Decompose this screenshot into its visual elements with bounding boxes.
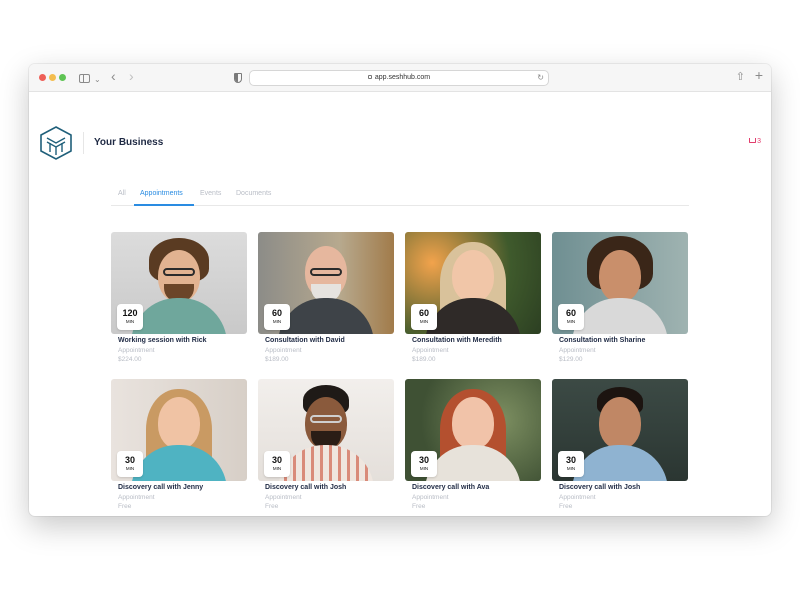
duration-badge: 30 MIN	[411, 451, 437, 477]
browser-toolbar: ⌄ ‹ › app.seshhub.com ↻ ⇧ +	[29, 64, 771, 92]
service-card[interactable]: 120 MIN Working session with Rick Appoin…	[111, 232, 247, 378]
service-type: Appointment	[118, 494, 155, 501]
cart-button[interactable]: 3	[749, 138, 761, 145]
duration-value: 30	[271, 455, 282, 465]
service-price: $189.00	[412, 356, 436, 363]
duration-badge: 30 MIN	[558, 451, 584, 477]
service-type: Appointment	[118, 347, 155, 354]
service-card[interactable]: 30 MIN Discovery call with Jenny Appoint…	[111, 379, 247, 516]
shield-icon[interactable]	[234, 73, 242, 83]
service-price: $129.00	[559, 356, 583, 363]
duration-unit: MIN	[272, 319, 282, 324]
url-text: app.seshhub.com	[374, 74, 431, 81]
service-card[interactable]: 30 MIN Discovery call with Josh Appointm…	[258, 379, 394, 516]
duration-value: 60	[565, 308, 576, 318]
duration-badge: 30 MIN	[117, 451, 143, 477]
service-card[interactable]: 30 MIN Discovery call with Josh Appointm…	[552, 379, 688, 516]
minimize-window-button[interactable]	[49, 74, 56, 81]
service-price: Free	[265, 503, 279, 510]
service-card[interactable]: 30 MIN Discovery call with Ava Appointme…	[405, 379, 541, 516]
service-title: Consultation with Sharine	[559, 337, 646, 344]
service-card[interactable]: 60 MIN Consultation with David Appointme…	[258, 232, 394, 378]
service-price: $224.00	[118, 356, 142, 363]
duration-value: 60	[271, 308, 282, 318]
duration-badge: 30 MIN	[264, 451, 290, 477]
duration-badge: 60 MIN	[558, 304, 584, 330]
service-price: Free	[412, 503, 426, 510]
duration-unit: MIN	[566, 319, 576, 324]
active-tab-indicator	[134, 204, 194, 206]
duration-unit: MIN	[566, 466, 576, 471]
duration-value: 30	[124, 455, 135, 465]
tab-all[interactable]: All	[118, 190, 126, 197]
share-icon[interactable]: ⇧	[736, 70, 745, 84]
duration-badge: 60 MIN	[411, 304, 437, 330]
page-content: Your Business 3 All Appointments Events …	[29, 92, 771, 516]
duration-badge: 60 MIN	[264, 304, 290, 330]
address-bar[interactable]: app.seshhub.com ↻	[249, 70, 549, 86]
service-title: Discovery call with Josh	[265, 484, 347, 491]
service-title: Discovery call with Josh	[559, 484, 641, 491]
close-window-button[interactable]	[39, 74, 46, 81]
tab-documents[interactable]: Documents	[236, 190, 271, 197]
reload-icon[interactable]: ↻	[537, 71, 544, 85]
header-divider	[83, 132, 84, 154]
service-type: Appointment	[559, 494, 596, 501]
lock-icon	[367, 75, 372, 79]
forward-icon[interactable]: ›	[129, 69, 134, 83]
sidebar-icon[interactable]	[79, 74, 90, 83]
duration-unit: MIN	[125, 466, 135, 471]
duration-unit: MIN	[272, 466, 282, 471]
service-title: Discovery call with Jenny	[118, 484, 204, 491]
service-price: Free	[118, 503, 132, 510]
tab-events[interactable]: Events	[200, 190, 221, 197]
service-type: Appointment	[265, 494, 302, 501]
service-type: Appointment	[265, 347, 302, 354]
chevron-down-icon[interactable]: ⌄	[94, 73, 101, 87]
service-type: Appointment	[412, 494, 449, 501]
business-logo-icon[interactable]	[40, 126, 72, 160]
service-type: Appointment	[559, 347, 596, 354]
service-price: Free	[559, 503, 573, 510]
tab-appointments[interactable]: Appointments	[140, 190, 183, 197]
service-card[interactable]: 60 MIN Consultation with Meredith Appoin…	[405, 232, 541, 378]
duration-value: 60	[418, 308, 429, 318]
service-type: Appointment	[412, 347, 449, 354]
new-tab-icon[interactable]: +	[755, 68, 763, 82]
category-tabs: All Appointments Events Documents	[111, 184, 689, 206]
service-title: Working session with Rick	[118, 337, 207, 344]
business-name: Your Business	[94, 137, 164, 148]
maximize-window-button[interactable]	[59, 74, 66, 81]
cart-count: 3	[757, 138, 761, 145]
duration-badge: 120 MIN	[117, 304, 143, 330]
cart-icon	[749, 138, 757, 143]
duration-unit: MIN	[125, 319, 135, 324]
service-title: Discovery call with Ava	[412, 484, 490, 491]
browser-window: ⌄ ‹ › app.seshhub.com ↻ ⇧ + Your Busines…	[29, 64, 771, 516]
duration-unit: MIN	[419, 466, 429, 471]
service-card[interactable]: 60 MIN Consultation with Sharine Appoint…	[552, 232, 688, 378]
service-title: Consultation with Meredith	[412, 337, 502, 344]
service-title: Consultation with David	[265, 337, 345, 344]
duration-value: 120	[122, 308, 138, 318]
duration-value: 30	[418, 455, 429, 465]
duration-unit: MIN	[419, 319, 429, 324]
back-icon[interactable]: ‹	[111, 69, 116, 83]
service-price: $189.00	[265, 356, 289, 363]
duration-value: 30	[565, 455, 576, 465]
